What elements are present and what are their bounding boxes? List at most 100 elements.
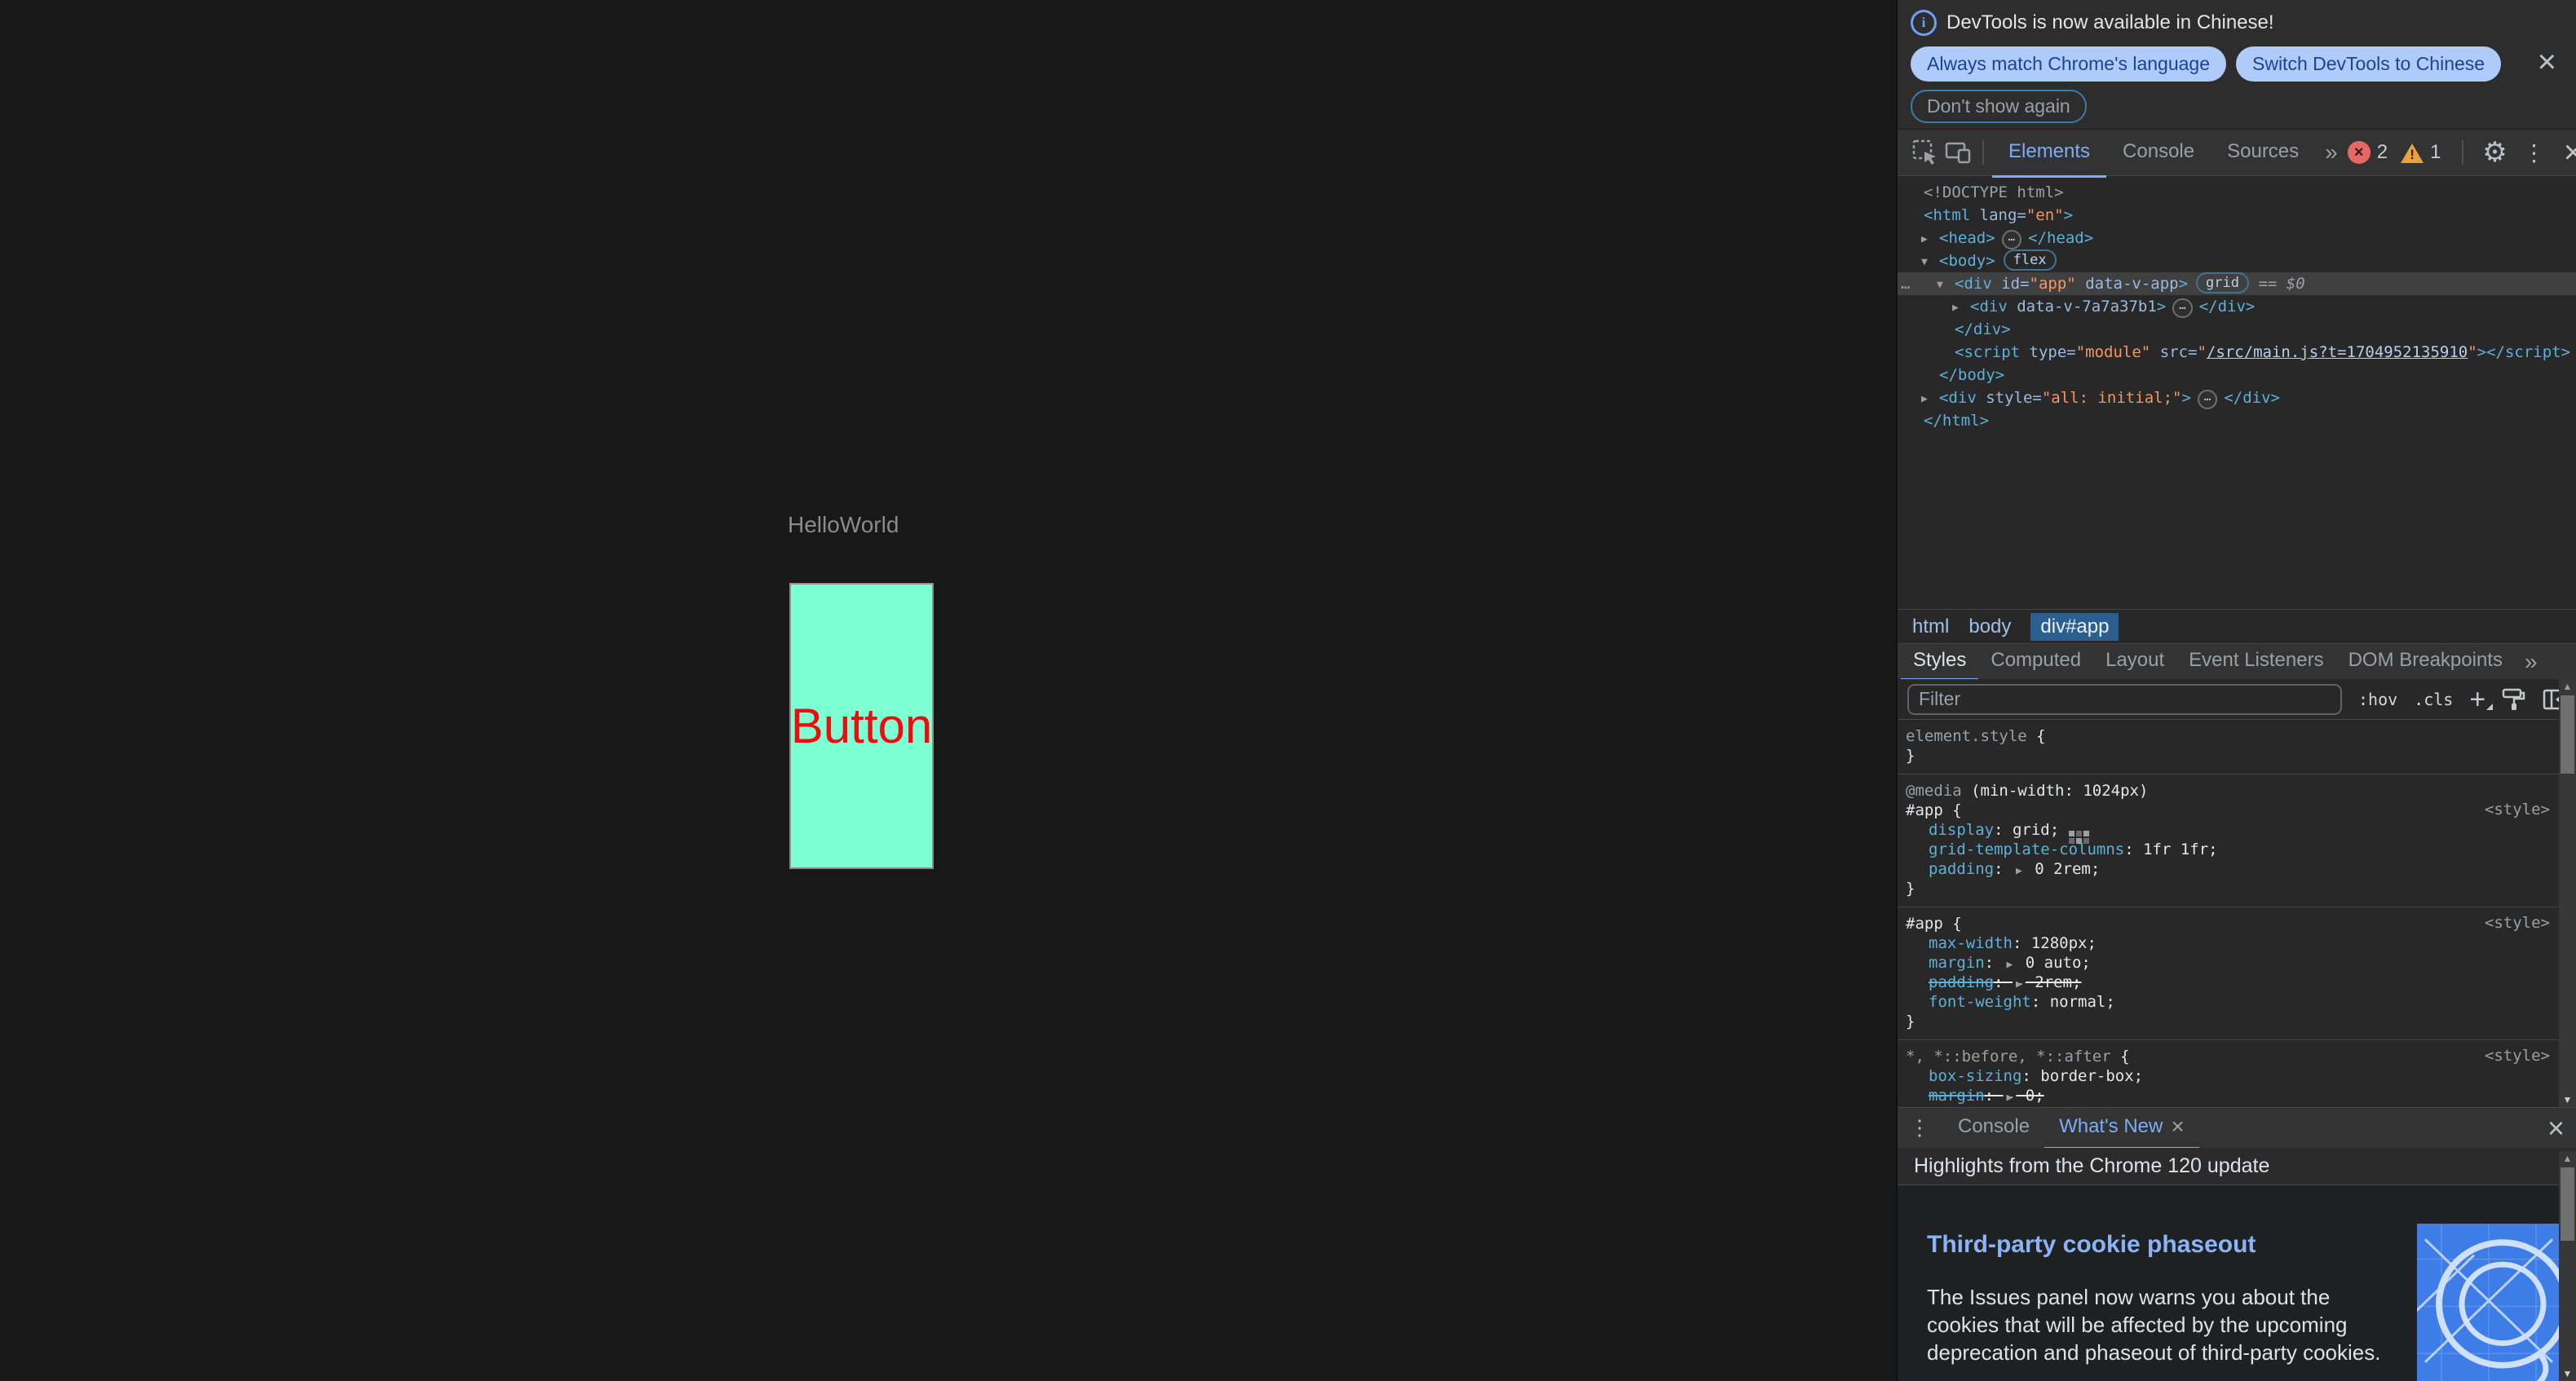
scrollbar-thumb[interactable] [2561,1167,2574,1241]
dom-tree-row[interactable]: ▼<body>flex [1898,249,2576,272]
new-style-rule-button[interactable]: + [2469,687,2485,712]
whats-new-scrollbar[interactable]: ▲ ▼ [2559,1151,2576,1381]
chrome-blueprint-image [2417,1224,2561,1381]
css-selector-row[interactable]: } [1898,879,2576,898]
inline-expand-icon[interactable]: … [2172,298,2192,318]
tab-event-listeners[interactable]: Event Listeners [2176,642,2335,681]
warning-icon[interactable]: ! [2401,142,2424,163]
inline-expand-icon[interactable]: … [2002,230,2021,249]
dom-tree-row[interactable]: </html> [1898,409,2576,432]
css-selector-row[interactable]: } [1898,746,2576,766]
tab-sources[interactable]: Sources [2211,128,2315,178]
css-selector-row[interactable]: @media (min-width: 1024px) [1898,781,2576,801]
tab-styles[interactable]: Styles [1901,642,1978,681]
switch-devtools-chinese-button[interactable]: Switch DevTools to Chinese [2236,46,2501,82]
css-property-row[interactable]: padding: ▶ 2rem; [1898,973,2576,992]
code-text: = [2020,275,2029,293]
breadcrumb-div-app[interactable]: div#app [2030,613,2119,641]
breadcrumb-html[interactable]: html [1912,615,1949,638]
dom-tree-row[interactable]: <!DOCTYPE html> [1898,181,2576,204]
shorthand-expand-icon[interactable]: ▶ [2007,1092,2013,1104]
kebab-menu-icon[interactable]: ⋮ [2517,136,2550,169]
css-property-row[interactable]: padding: ▶ 0 2rem; [1898,859,2576,879]
tree-open-arrow-icon[interactable]: ▼ [1937,274,1955,297]
styles-sections: element.style {}<style>@media (min-width… [1898,720,2576,1107]
dom-tree-row[interactable]: …▼<div id="app" data-v-app>grid == $0 [1898,272,2576,295]
breadcrumb-body[interactable]: body [1968,615,2011,638]
more-sidebar-tabs-icon[interactable]: » [2515,649,2547,675]
css-property-row[interactable]: margin: ▶ 0 auto; [1898,953,2576,973]
more-tabs-icon[interactable]: » [2315,139,2348,165]
article-title[interactable]: Third-party cookie phaseout [1927,1231,2256,1259]
scroll-down-icon[interactable]: ▼ [2559,1368,2576,1379]
dom-tree-row[interactable]: <html lang="en"> [1898,204,2576,227]
dont-show-again-button[interactable]: Don't show again [1911,90,2087,123]
code-text: <html [1924,206,1970,224]
css-selector-row[interactable]: element.style { [1898,726,2576,746]
css-property-row[interactable]: font-weight: normal; [1898,992,2576,1012]
grid-layout-badge[interactable]: grid [2196,272,2249,293]
settings-gear-icon[interactable]: ⚙ [2478,136,2511,169]
dom-tree-row[interactable]: <script type="module" src="/src/main.js?… [1898,341,2576,364]
stylesheet-origin-link[interactable]: <style> [2485,914,2550,932]
css-property-row[interactable]: box-sizing: border-box; [1898,1066,2576,1086]
drawer-tab-console[interactable]: Console [1943,1106,2044,1149]
toggle-pseudo-hov-button[interactable]: :hov [2358,690,2397,709]
stylesheet-origin-link[interactable]: <style> [2485,801,2550,818]
code-text: ></script> [2477,343,2570,361]
drawer-kebab-icon[interactable]: ⋮ [1909,1115,1930,1141]
tree-closed-arrow-icon[interactable]: ▶ [1921,228,1939,251]
styles-scrollbar[interactable]: ▲ ▼ [2559,679,2576,1107]
dom-tree-row[interactable]: ▶<head>…</head> [1898,227,2576,249]
css-property-row[interactable]: margin: ▶ 0; [1898,1086,2576,1105]
css-selector-row[interactable]: #app { [1898,914,2576,933]
tab-console[interactable]: Console [2106,128,2211,178]
tab-layout[interactable]: Layout [2093,642,2176,681]
whats-new-tab-close-icon[interactable]: × [2171,1117,2184,1136]
shorthand-expand-icon[interactable]: ▶ [2016,865,2022,877]
tab-elements[interactable]: Elements [1992,128,2106,178]
css-selector-row[interactable]: } [1898,1012,2576,1031]
stylesheet-origin-link[interactable]: <style> [2485,1047,2550,1065]
tree-closed-arrow-icon[interactable]: ▶ [1952,297,1970,320]
rendering-brush-icon[interactable] [2500,686,2526,713]
inline-expand-icon[interactable]: … [2198,390,2217,409]
scroll-up-icon[interactable]: ▲ [2559,681,2576,692]
tree-open-arrow-icon[interactable]: ▼ [1921,251,1939,274]
dom-tree-row[interactable]: ▶<div style="all: initial;">…</div> [1898,386,2576,409]
style-rule-section: <style> #app {max-width: 1280px;margin: ▶… [1898,907,2576,1040]
match-chrome-language-button[interactable]: Always match Chrome's language [1911,46,2226,82]
dom-tree-row[interactable]: ▶<div data-v-7a7a37b1>…</div> [1898,295,2576,318]
css-selector-row[interactable]: *, *::before, *::after { [1898,1047,2576,1066]
infobar-close-icon[interactable]: × [2538,46,2556,78]
close-devtools-icon[interactable]: × [2556,136,2576,169]
code-text: style [1977,389,2033,407]
inspect-element-icon[interactable] [1909,136,1942,169]
shorthand-expand-icon[interactable]: ▶ [2007,959,2013,971]
dom-tree-row[interactable]: </body> [1898,364,2576,386]
code-text: type [2020,343,2066,361]
dom-tree-row[interactable]: </div> [1898,318,2576,341]
row-overflow-icon[interactable]: … [1901,272,1911,295]
device-toolbar-icon[interactable] [1942,136,1974,169]
styles-filter-input[interactable] [1907,684,2342,715]
scroll-down-icon[interactable]: ▼ [2559,1094,2576,1105]
flex-layout-badge[interactable]: flex [2004,249,2057,271]
code-text: #app { [1906,915,1962,933]
css-selector-row[interactable]: #app { [1898,801,2576,820]
tab-dom-breakpoints[interactable]: DOM Breakpoints [2336,642,2515,681]
scroll-up-icon[interactable]: ▲ [2559,1153,2576,1164]
css-property-row[interactable]: grid-template-columns: 1fr 1fr; [1898,840,2576,859]
tab-computed[interactable]: Computed [1978,642,2093,681]
drawer-tab-whats-new[interactable]: What's New × [2044,1106,2199,1149]
error-icon[interactable]: × [2348,141,2371,164]
shorthand-expand-icon[interactable]: ▶ [2016,978,2022,991]
scrollbar-thumb[interactable] [2561,695,2574,774]
page-button[interactable]: Button [789,583,934,869]
drawer-close-icon[interactable]: × [2547,1111,2565,1145]
css-property-row[interactable]: display: grid; [1898,820,2576,840]
tree-closed-arrow-icon[interactable]: ▶ [1921,388,1939,411]
css-property-row[interactable]: max-width: 1280px; [1898,933,2576,953]
toggle-cls-button[interactable]: .cls [2414,690,2453,709]
code-text: <div [1939,389,1977,407]
